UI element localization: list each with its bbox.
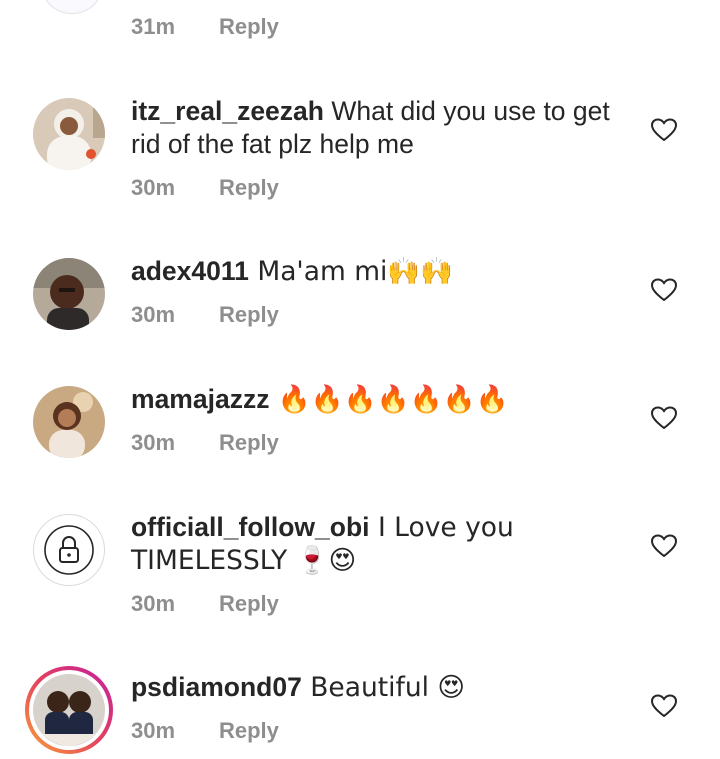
comment-meta: 30m Reply bbox=[131, 430, 279, 456]
heart-outline-icon[interactable] bbox=[651, 406, 677, 430]
reply-button[interactable]: Reply bbox=[219, 591, 279, 617]
comment-username[interactable]: psdiamond07 bbox=[131, 672, 302, 702]
avatar[interactable] bbox=[33, 514, 105, 586]
story-ring[interactable] bbox=[25, 666, 113, 754]
comment-username[interactable]: adex4011 bbox=[131, 256, 249, 286]
comment-meta: 30m Reply bbox=[131, 718, 279, 744]
comment-meta: 30m Reply bbox=[131, 175, 279, 201]
avatar[interactable] bbox=[33, 258, 105, 330]
comment-text: 🔥🔥🔥🔥🔥🔥🔥 bbox=[269, 384, 509, 415]
comment-time: 30m bbox=[131, 302, 176, 327]
avatar bbox=[33, 674, 105, 746]
heart-outline-icon[interactable] bbox=[651, 694, 677, 718]
comment-time: 30m bbox=[131, 175, 176, 200]
comment-text: Ma'am mi🙌🙌 bbox=[248, 256, 454, 287]
comment-meta: 30m Reply bbox=[131, 591, 279, 617]
comment-meta: 31m Reply bbox=[131, 14, 279, 40]
reply-button[interactable]: Reply bbox=[219, 175, 279, 201]
comment-username[interactable]: itz_real_zeezah bbox=[131, 96, 324, 126]
heart-outline-icon[interactable] bbox=[651, 278, 677, 302]
comment-body: psdiamond07 Beautiful 😍 bbox=[131, 671, 628, 704]
reply-button[interactable]: Reply bbox=[219, 14, 279, 40]
avatar[interactable] bbox=[33, 98, 105, 170]
avatar[interactable] bbox=[33, 386, 105, 458]
comment-time: 30m bbox=[131, 591, 176, 616]
reply-button[interactable]: Reply bbox=[219, 302, 279, 328]
heart-outline-icon[interactable] bbox=[651, 118, 677, 142]
comment-time: 30m bbox=[131, 718, 176, 743]
reply-button[interactable]: Reply bbox=[219, 430, 279, 456]
comment-body: adex4011 Ma'am mi🙌🙌 bbox=[131, 255, 628, 288]
comment-username[interactable]: officiall_follow_obi bbox=[131, 512, 370, 542]
avatar[interactable] bbox=[40, 0, 104, 14]
comment-body: officiall_follow_obi I Love you TIMELESS… bbox=[131, 511, 628, 577]
comment-time: 31m bbox=[131, 14, 176, 39]
heart-outline-icon[interactable] bbox=[651, 534, 677, 558]
comment-time: 30m bbox=[131, 430, 176, 455]
comment-meta: 30m Reply bbox=[131, 302, 279, 328]
comment-body: mamajazzz 🔥🔥🔥🔥🔥🔥🔥 bbox=[131, 383, 628, 416]
comment-body: itz_real_zeezah What did you use to get … bbox=[131, 95, 628, 161]
comment-text: Beautiful 😍 bbox=[301, 672, 466, 703]
reply-button[interactable]: Reply bbox=[219, 718, 279, 744]
comment-username[interactable]: mamajazzz bbox=[131, 384, 269, 414]
